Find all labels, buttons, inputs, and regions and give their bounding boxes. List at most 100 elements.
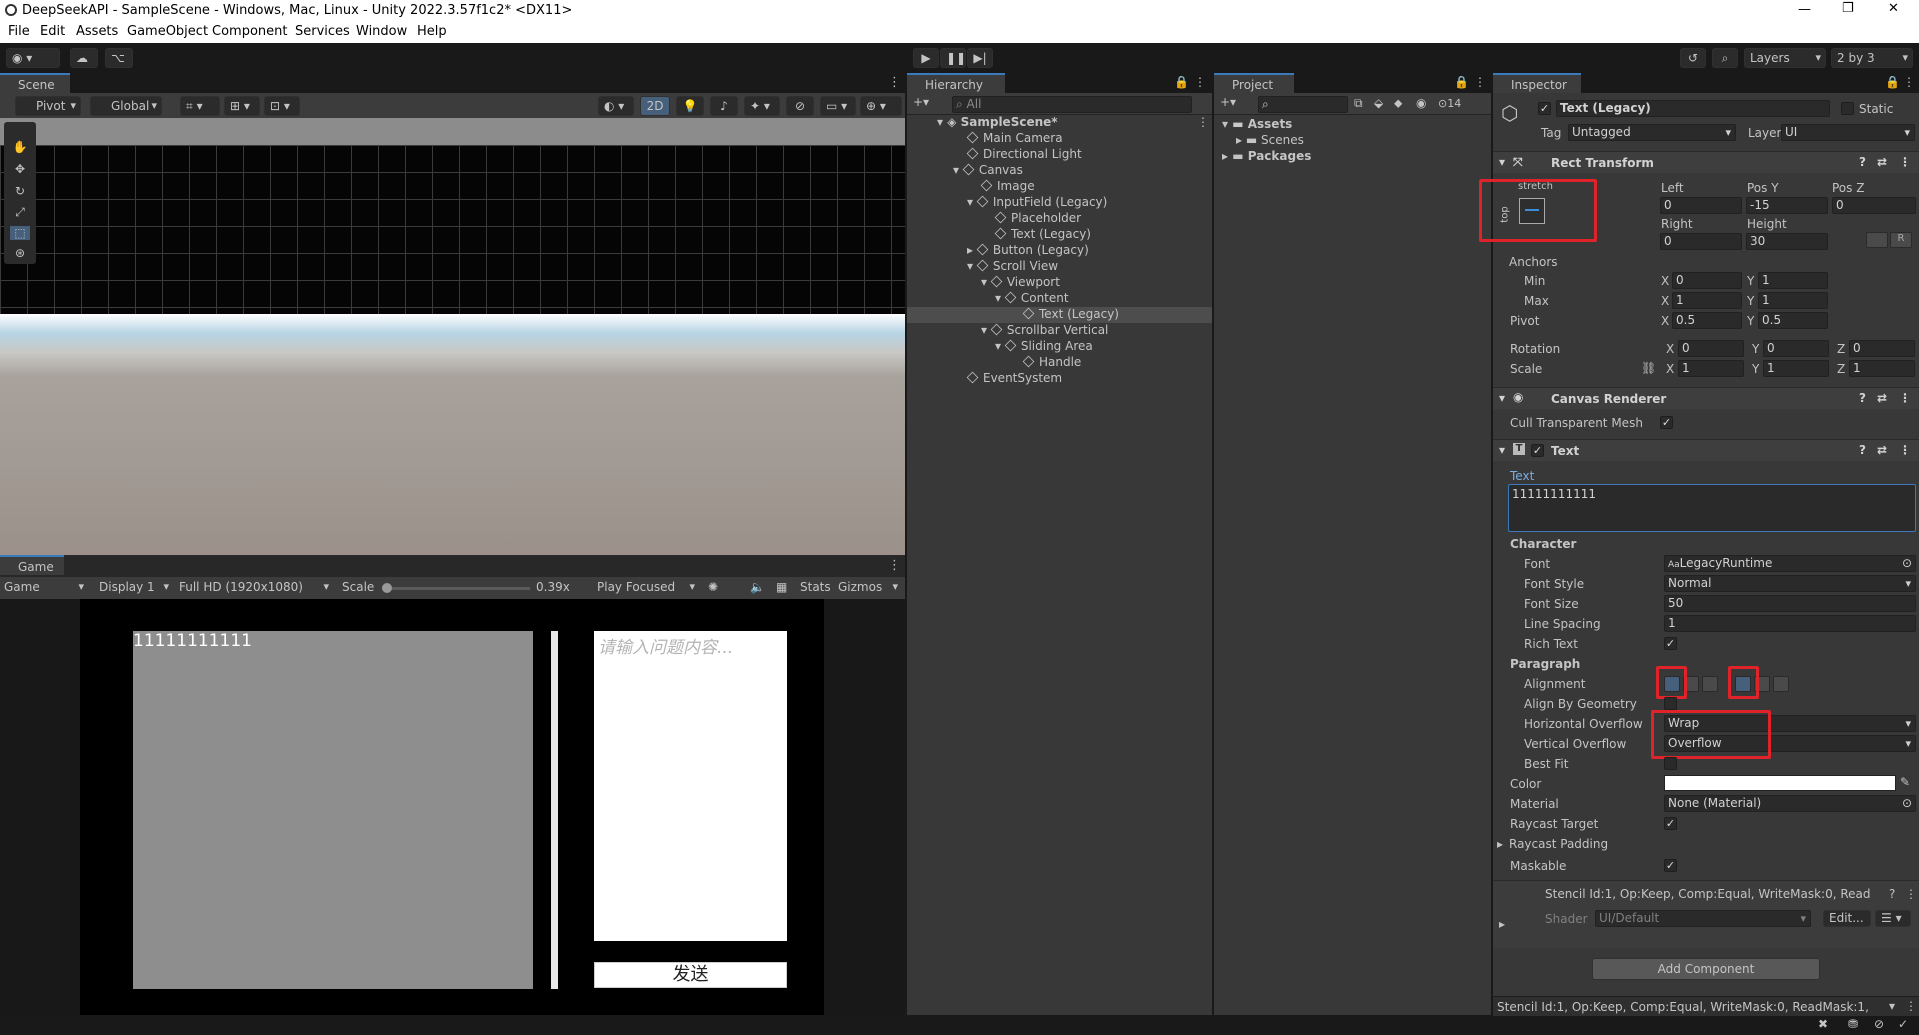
search-button[interactable]: ⌕ bbox=[1712, 48, 1738, 68]
more-icon[interactable]: ⋮ bbox=[1903, 75, 1915, 89]
tab-project[interactable]: Project bbox=[1214, 73, 1294, 93]
color-swatch[interactable] bbox=[1664, 775, 1896, 791]
history-button[interactable]: ↺ bbox=[1680, 48, 1706, 68]
rotation-y-field[interactable]: 0 bbox=[1763, 340, 1829, 357]
step-button[interactable]: ▶| bbox=[967, 48, 993, 68]
raw-edit-button[interactable]: R bbox=[1890, 232, 1912, 248]
network-status-icon[interactable]: ⊘ bbox=[1874, 1017, 1884, 1031]
more-icon[interactable]: ⋮ bbox=[1905, 999, 1917, 1013]
material-field[interactable]: None (Material) ⊙ bbox=[1664, 795, 1916, 812]
menu-file[interactable]: File bbox=[8, 24, 30, 39]
tab-scene[interactable]: Scene bbox=[0, 73, 70, 93]
add-component-button[interactable]: Add Component bbox=[1592, 958, 1820, 980]
right-field[interactable]: 0 bbox=[1660, 233, 1742, 250]
play-button[interactable]: ▶ bbox=[913, 48, 939, 68]
scene-view[interactable]: ✋ ✥ ↻ ⤢ ⬚ ⊛ bbox=[0, 118, 905, 555]
tree-item-sliding-area[interactable]: ▾ Sliding Area bbox=[995, 339, 1093, 355]
more-icon[interactable]: ⋮ bbox=[1899, 391, 1911, 405]
rich-text-checkbox[interactable]: ✓ bbox=[1664, 637, 1677, 650]
tree-item-text-legacy-selected[interactable]: Text (Legacy) bbox=[907, 307, 1212, 323]
question-input[interactable]: 请输入问题内容... bbox=[594, 631, 787, 941]
cache-status-icon[interactable]: ⛃ bbox=[1848, 1017, 1858, 1031]
line-spacing-field[interactable]: 1 bbox=[1664, 615, 1916, 632]
more-icon[interactable]: ⋮ bbox=[1899, 443, 1911, 457]
help-icon[interactable]: ? bbox=[1859, 391, 1866, 405]
blueprint-mode-button[interactable] bbox=[1866, 232, 1888, 248]
pivot-x-field[interactable]: 0.5 bbox=[1672, 312, 1742, 329]
tree-item-handle[interactable]: Handle bbox=[1022, 355, 1081, 371]
foldout-icon[interactable]: ▸ bbox=[1497, 837, 1503, 851]
project-search-input[interactable]: ⌕ bbox=[1258, 96, 1348, 113]
anchor-max-y-field[interactable]: 1 bbox=[1758, 292, 1828, 309]
help-icon[interactable]: ? bbox=[1859, 443, 1866, 457]
menu-assets[interactable]: Assets bbox=[76, 24, 118, 39]
tree-item-samplescene[interactable]: ▾ ◈ SampleScene* bbox=[937, 115, 1058, 131]
add-icon[interactable]: +▾ bbox=[913, 95, 929, 109]
layers-dropdown[interactable]: Layers bbox=[1744, 48, 1826, 68]
layer-dropdown[interactable]: UI bbox=[1781, 124, 1915, 141]
hidden-packages-icon[interactable]: ◉ bbox=[1416, 96, 1426, 110]
object-picker-icon[interactable]: ⊙ bbox=[1902, 556, 1912, 571]
link-icon[interactable]: ⛓ bbox=[1641, 361, 1656, 375]
tab-hierarchy[interactable]: Hierarchy bbox=[907, 73, 1005, 93]
text-component-header[interactable]: ▾ T ✓ Text ? ⇄ ⋮ bbox=[1493, 439, 1919, 461]
mute-audio-icon[interactable]: 🔈 bbox=[750, 580, 765, 594]
scale-slider[interactable] bbox=[382, 583, 530, 593]
tab-game[interactable]: Game bbox=[0, 555, 64, 575]
lock-icon[interactable]: 🔒 bbox=[1454, 75, 1469, 89]
rotate-tool-icon[interactable]: ↻ bbox=[10, 184, 30, 198]
shader-dropdown[interactable]: UI/Default bbox=[1595, 910, 1811, 927]
maximize-icon[interactable]: ❐ bbox=[1842, 1, 1854, 16]
anchor-max-x-field[interactable]: 1 bbox=[1672, 292, 1742, 309]
output-scroll-view[interactable]: 11111111111 bbox=[133, 631, 558, 989]
left-field[interactable]: 0 bbox=[1660, 197, 1742, 214]
dropdown-icon[interactable]: ▾ bbox=[1889, 999, 1895, 1013]
height-field[interactable]: 30 bbox=[1746, 233, 1828, 250]
menu-component[interactable]: Component bbox=[212, 24, 287, 39]
pause-button[interactable]: ❚❚ bbox=[940, 48, 966, 68]
menu-window[interactable]: Window bbox=[356, 24, 407, 39]
active-checkbox[interactable]: ✓ bbox=[1538, 102, 1551, 115]
posy-field[interactable]: -15 bbox=[1746, 197, 1828, 214]
stats-button[interactable]: Stats bbox=[800, 580, 831, 594]
raycast-target-checkbox[interactable]: ✓ bbox=[1664, 817, 1677, 830]
move-tool-icon[interactable]: ✥ bbox=[10, 162, 30, 176]
menu-edit[interactable]: Edit bbox=[40, 24, 65, 39]
mode-2d-button[interactable]: 2D bbox=[640, 96, 670, 116]
tree-item-scroll-view[interactable]: ▾ Scroll View bbox=[967, 259, 1058, 275]
audio-button[interactable]: ♪ bbox=[710, 96, 738, 116]
tree-item-text-legacy[interactable]: Text (Legacy) bbox=[994, 227, 1091, 243]
object-picker-icon[interactable]: ⊙ bbox=[1902, 796, 1912, 811]
pivot-y-field[interactable]: 0.5 bbox=[1758, 312, 1828, 329]
best-fit-checkbox[interactable] bbox=[1664, 757, 1677, 770]
add-icon[interactable]: +▾ bbox=[1220, 95, 1236, 109]
align-geometry-checkbox[interactable] bbox=[1664, 697, 1677, 710]
tree-item-image[interactable]: Image bbox=[980, 179, 1035, 195]
account-button[interactable]: ◉ ▾ bbox=[6, 48, 60, 68]
rect-transform-header[interactable]: ▾ ⤧ Rect Transform ? ⇄ ⋮ bbox=[1493, 151, 1919, 173]
draw-mode-button[interactable]: ◐ ▾ bbox=[598, 96, 634, 116]
tree-item-canvas[interactable]: ▾ Canvas bbox=[953, 163, 1023, 179]
bug-icon[interactable]: ✺ bbox=[708, 580, 718, 594]
font-style-dropdown[interactable]: Normal bbox=[1664, 575, 1916, 592]
shader-menu-button[interactable]: ☰ ▾ bbox=[1875, 910, 1911, 927]
posz-field[interactable]: 0 bbox=[1832, 197, 1916, 214]
lock-icon[interactable]: 🔒 bbox=[1885, 75, 1900, 89]
align-bottom-button[interactable] bbox=[1773, 676, 1789, 692]
effects-button[interactable]: ✦ ▾ bbox=[744, 96, 780, 116]
debug-status-icon[interactable]: ✖ bbox=[1818, 1017, 1828, 1031]
lighting-button[interactable]: 💡 bbox=[676, 96, 704, 116]
output-scrollbar[interactable] bbox=[551, 631, 558, 989]
foldout-icon[interactable]: ▸ bbox=[1499, 917, 1505, 931]
help-icon[interactable]: ? bbox=[1859, 155, 1866, 169]
tree-item-scrollbar-vertical[interactable]: ▾ Scrollbar Vertical bbox=[981, 323, 1108, 339]
maskable-checkbox[interactable]: ✓ bbox=[1664, 859, 1677, 872]
edit-shader-button[interactable]: Edit... bbox=[1823, 910, 1871, 927]
global-dropdown[interactable]: Global bbox=[90, 96, 162, 116]
more-icon[interactable]: ⋮ bbox=[1194, 75, 1206, 89]
scale-y-field[interactable]: 1 bbox=[1763, 360, 1829, 377]
increment-snap-button[interactable]: ⊡ ▾ bbox=[264, 96, 300, 116]
rotation-z-field[interactable]: 0 bbox=[1849, 340, 1915, 357]
presets-icon[interactable]: ⇄ bbox=[1877, 155, 1887, 169]
rect-tool-icon[interactable]: ⬚ bbox=[10, 226, 30, 240]
